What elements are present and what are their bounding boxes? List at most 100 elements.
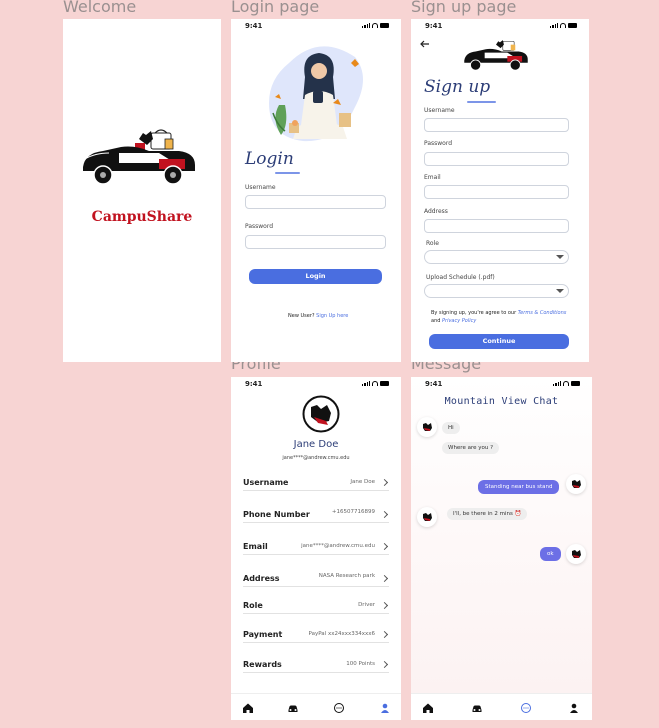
status-bar: 9:41	[231, 22, 401, 32]
profile-row-email[interactable]: Email jane****@andrew.cmu.edu	[243, 537, 389, 555]
status-time: 9:41	[245, 380, 263, 388]
profile-row-rewards[interactable]: Rewards 100 Points	[243, 655, 389, 673]
row-key: Address	[243, 574, 280, 583]
profile-icon[interactable]	[568, 702, 580, 714]
heading-underline	[275, 172, 300, 174]
address-label: Address	[424, 208, 448, 215]
row-key: Payment	[243, 630, 283, 639]
profile-row-address[interactable]: Address NASA Research park	[243, 569, 389, 587]
row-value: Jane Doe	[350, 479, 375, 485]
message-in: Hi	[442, 422, 460, 434]
status-icons	[362, 23, 389, 28]
brand-name: CampuShare	[91, 209, 193, 225]
new-user-text: New User?	[288, 313, 315, 319]
status-time: 9:41	[245, 22, 263, 30]
battery-icon	[568, 23, 577, 28]
status-icons	[362, 381, 389, 386]
row-value: Driver	[358, 602, 375, 608]
agree-text: By signing up, you're agree to our	[431, 310, 517, 316]
profile-row-payment[interactable]: Payment PayPal xx24xxx334xxx6	[243, 625, 389, 643]
password-input[interactable]	[424, 152, 569, 166]
username-label: Username	[245, 184, 276, 191]
status-time: 9:41	[425, 22, 443, 30]
tab-bar	[411, 693, 592, 720]
status-time: 9:41	[425, 380, 443, 388]
status-bar: 9:41	[411, 380, 592, 390]
frame-title-login: Login page	[231, 0, 320, 16]
signup-link[interactable]: Sign Up here	[316, 313, 348, 319]
row-value: 100 Points	[346, 661, 375, 667]
upload-select[interactable]	[424, 284, 569, 298]
profile-row-username[interactable]: Username Jane Doe	[243, 473, 389, 491]
email-input[interactable]	[424, 185, 569, 199]
message-in: Where are you ?	[442, 442, 499, 454]
row-value: PayPal xx24xxx334xxx6	[308, 631, 375, 637]
message-out: Standing near bus stand	[478, 480, 560, 494]
status-icons	[553, 381, 580, 386]
new-user-prompt: New User? Sign Up here	[288, 313, 348, 319]
profile-name: Jane Doe	[293, 439, 339, 450]
chevron-down-icon	[556, 255, 564, 259]
car-icon[interactable]	[287, 702, 299, 714]
role-select[interactable]	[424, 250, 569, 264]
row-key: Rewards	[243, 660, 282, 669]
heading-underline	[467, 101, 496, 103]
chat-title: Mountain View Chat	[444, 396, 559, 407]
continue-button[interactable]: Continue	[429, 334, 569, 349]
terms-notice: By signing up, you're agree to our Terms…	[431, 309, 581, 325]
password-input[interactable]	[245, 235, 386, 249]
dog-avatar-icon	[572, 550, 581, 558]
avatar	[566, 544, 586, 564]
signal-icon	[362, 381, 370, 386]
terms-link[interactable]: Terms & Conditions	[518, 310, 567, 316]
avatar[interactable]	[302, 395, 340, 433]
frame-title-welcome: Welcome	[63, 0, 137, 16]
profile-row-role[interactable]: Role Driver	[243, 596, 389, 614]
battery-icon	[380, 23, 389, 28]
username-input[interactable]	[424, 118, 569, 132]
chat-icon[interactable]	[333, 702, 345, 714]
chevron-right-icon	[380, 574, 389, 583]
home-icon[interactable]	[242, 702, 254, 714]
wifi-icon	[372, 381, 378, 386]
address-input[interactable]	[424, 219, 569, 233]
username-label: Username	[424, 107, 455, 114]
row-key: Email	[243, 542, 268, 551]
welcome-screen: CampuShare	[63, 19, 221, 362]
row-value: jane****@andrew.cmu.edu	[301, 543, 375, 549]
status-bar: 9:41	[411, 22, 589, 32]
home-icon[interactable]	[422, 702, 434, 714]
signal-icon	[553, 381, 561, 386]
back-arrow-icon[interactable]	[420, 40, 430, 48]
login-screen: 9:41 Login Username Password Login New U…	[231, 19, 401, 362]
row-key: Username	[243, 478, 289, 487]
profile-row-phone[interactable]: Phone Number +16507716899	[243, 505, 389, 523]
profile-icon[interactable]	[379, 702, 391, 714]
status-bar: 9:41	[231, 380, 401, 390]
chevron-right-icon	[380, 542, 389, 551]
tab-bar	[231, 693, 401, 720]
email-label: Email	[424, 174, 441, 181]
profile-email: jane****@andrew.cmu.edu	[282, 455, 350, 461]
chevron-right-icon	[380, 660, 389, 669]
signup-screen: 9:41 Sign up Username Password Email Add…	[411, 19, 589, 362]
signal-icon	[550, 23, 558, 28]
password-label: Password	[245, 223, 274, 230]
car-logo-icon	[83, 129, 195, 185]
password-label: Password	[424, 140, 453, 147]
login-illustration	[269, 46, 363, 142]
car-icon[interactable]	[471, 702, 483, 714]
username-input[interactable]	[245, 195, 386, 209]
role-label: Role	[426, 240, 439, 247]
and-text: and	[431, 318, 441, 324]
signal-icon	[362, 23, 370, 28]
avatar	[566, 474, 586, 494]
battery-icon	[380, 381, 389, 386]
avatar	[417, 507, 437, 527]
upload-label: Upload Schedule (.pdf)	[426, 274, 495, 281]
login-button[interactable]: Login	[249, 269, 382, 284]
chat-icon[interactable]	[520, 702, 532, 714]
chevron-down-icon	[556, 289, 564, 293]
privacy-link[interactable]: Privacy Policy	[442, 318, 476, 324]
signup-heading: Sign up	[424, 77, 491, 97]
